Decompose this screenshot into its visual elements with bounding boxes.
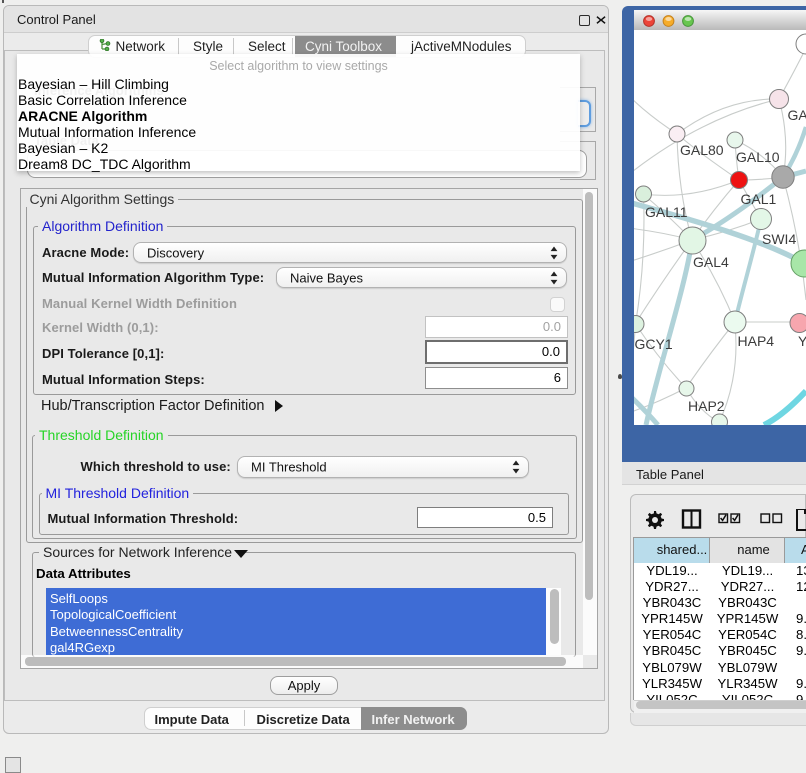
- svg-text:GAL80: GAL80: [680, 142, 724, 158]
- svg-text:GAL10: GAL10: [736, 149, 780, 165]
- svg-text:GCY1: GCY1: [635, 336, 673, 352]
- svg-text:YJ: YJ: [798, 333, 806, 349]
- svg-text:GAL11: GAL11: [645, 204, 688, 220]
- svg-text:GAL2: GAL2: [788, 107, 806, 123]
- svg-text:SWI4: SWI4: [762, 231, 796, 247]
- svg-text:HAP4: HAP4: [738, 333, 775, 349]
- svg-text:GAL1: GAL1: [741, 191, 777, 207]
- svg-text:HAP2: HAP2: [688, 398, 725, 414]
- svg-text:GAL4: GAL4: [693, 254, 729, 270]
